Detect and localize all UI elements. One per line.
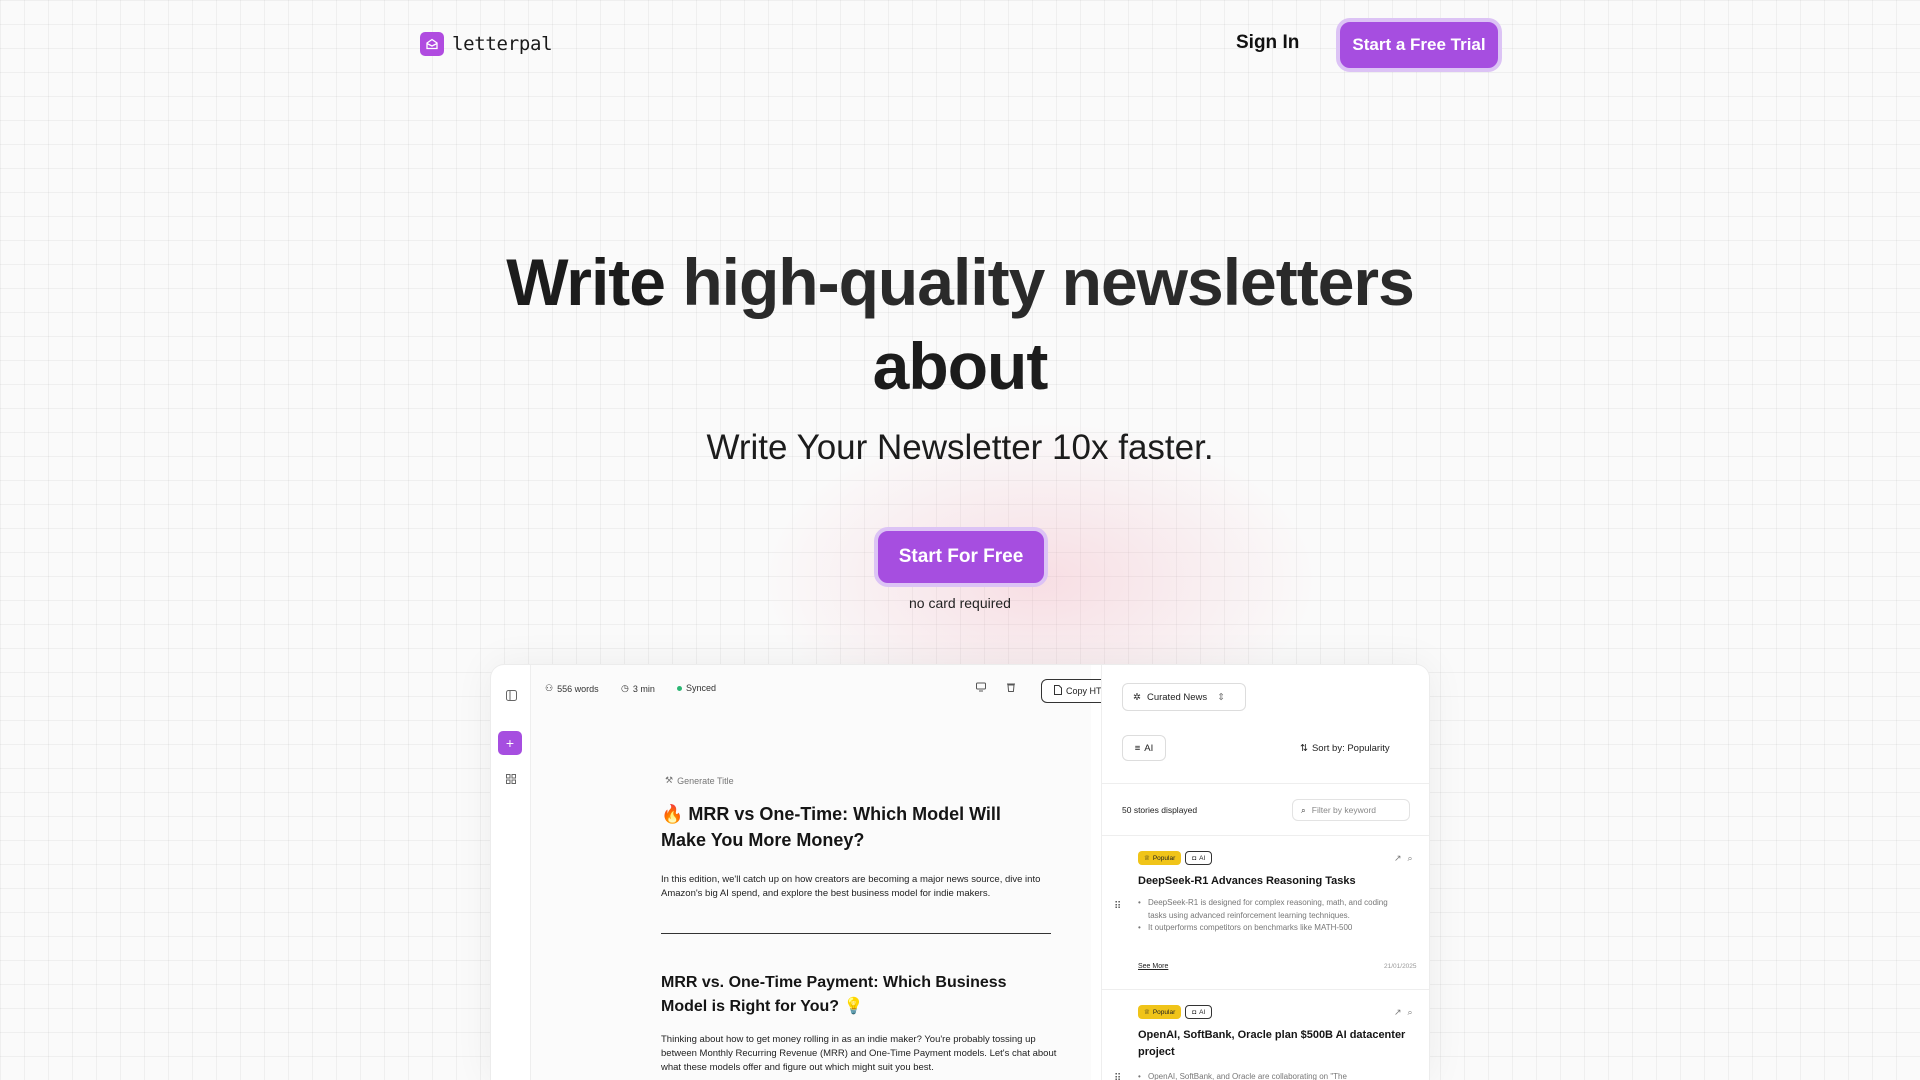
sort-icon: ⇅ <box>1300 743 1308 754</box>
section-divider <box>661 933 1051 934</box>
topic-filter-label: AI <box>1144 742 1154 754</box>
top-nav: letterpal Sign In Start a Free Trial <box>0 0 1920 90</box>
popular-badge: ♕ Popular <box>1138 851 1182 865</box>
panel-divider <box>1102 783 1429 784</box>
news-badges: ♕ Popular ◘ AI <box>1138 851 1213 865</box>
chevron-updown-icon: ⇕ <box>1217 691 1226 703</box>
drag-handle-icon[interactable]: ⠿ <box>1114 1073 1121 1080</box>
section-title[interactable]: MRR vs. One-Time Payment: Which Business… <box>661 971 1041 1019</box>
news-source-label: Curated News <box>1146 691 1208 703</box>
sort-label: Sort by: Popularity <box>1311 743 1390 754</box>
hero-title-end: about <box>872 329 1049 403</box>
chip-icon: ◘ <box>1192 1008 1197 1016</box>
trophy-icon: ♕ <box>1144 855 1150 862</box>
search-icon: ⌕ <box>1301 804 1306 815</box>
popular-badge-label: Popular <box>1152 1008 1176 1016</box>
editor-toolbar: ⚇ 556 words ◷ 3 min Synced Copy HTML <box>531 665 1127 709</box>
topic-filter-chip[interactable]: ≡ AI <box>1122 735 1166 761</box>
news-badges: ♕ Popular ◘ AI <box>1138 1005 1213 1019</box>
topic-badge-label: AI <box>1199 854 1206 862</box>
section-body[interactable]: Thinking about how to get money rolling … <box>661 1033 1061 1075</box>
topic-badge: ◘ AI <box>1185 1005 1213 1019</box>
news-item-bullet: It outperforms competitors on benchmarks… <box>1138 922 1408 935</box>
document-intro[interactable]: In this edition, we'll catch up on how c… <box>661 873 1061 901</box>
free-trial-button[interactable]: Start a Free Trial <box>1336 18 1502 72</box>
topic-badge-label: AI <box>1199 1008 1206 1016</box>
hero-title-start: Write <box>506 245 683 319</box>
sync-status-label: Synced <box>686 683 717 693</box>
news-item-date: 21/01/2025 <box>1384 963 1417 970</box>
sign-in-link[interactable]: Sign In <box>1236 32 1299 54</box>
new-document-button[interactable]: + <box>498 731 522 755</box>
sync-status: Synced <box>677 683 716 693</box>
topic-badge: ◘ AI <box>1185 851 1213 865</box>
envelope-icon <box>420 32 444 56</box>
search-icon[interactable]: ⌕ <box>1408 853 1413 864</box>
clock-icon: ◷ <box>621 683 629 693</box>
news-item-bullets: DeepSeek-R1 is designed for complex reas… <box>1138 897 1408 935</box>
search-icon[interactable]: ⌕ <box>1408 1007 1413 1018</box>
news-item-title[interactable]: OpenAI, SoftBank, Oracle plan $500B AI d… <box>1138 1027 1428 1061</box>
hero-title-bold: high-quality newsletters <box>682 245 1414 319</box>
keyword-filter-input[interactable]: ⌕ Filter by keyword <box>1292 799 1410 821</box>
list-divider <box>1102 835 1429 836</box>
app-preview: + ⚇ 556 words ◷ 3 min Synced Copy HTML ⚒… <box>490 664 1430 1080</box>
stories-count: 50 stories displayed <box>1122 805 1198 815</box>
generate-title-button[interactable]: ⚒ Generate Title <box>665 775 734 786</box>
news-item-title[interactable]: DeepSeek-R1 Advances Reasoning Tasks <box>1138 873 1428 890</box>
hero-title: Write high-quality newsletters about <box>460 240 1460 408</box>
no-card-note: no card required <box>909 595 1011 611</box>
word-count-label: 556 words <box>557 683 599 694</box>
sparkle-icon: ✲ <box>1133 691 1141 703</box>
news-source-select[interactable]: ✲ Curated News ⇕ <box>1122 683 1246 711</box>
see-more-link[interactable]: See More <box>1138 963 1168 970</box>
news-item-actions: ↗ ⌕ <box>1394 853 1413 864</box>
list-divider <box>1102 989 1429 990</box>
keyword-filter-placeholder: Filter by keyword <box>1311 805 1377 815</box>
external-link-icon[interactable]: ↗ <box>1394 853 1402 864</box>
generate-title-label: Generate Title <box>677 775 734 786</box>
news-item-bullets: OpenAI, SoftBank, and Oracle are collabo… <box>1138 1071 1408 1080</box>
chip-icon: ◘ <box>1192 854 1197 862</box>
trophy-icon: ♕ <box>1144 1009 1150 1016</box>
news-item-bullet: OpenAI, SoftBank, and Oracle are collabo… <box>1138 1071 1408 1080</box>
external-link-icon[interactable]: ↗ <box>1394 1007 1402 1018</box>
news-item-actions: ↗ ⌕ <box>1394 1007 1413 1018</box>
drag-handle-icon[interactable]: ⠿ <box>1114 901 1121 912</box>
document-icon <box>1053 685 1062 697</box>
sort-control[interactable]: ⇅ Sort by: Popularity <box>1300 743 1390 754</box>
popular-badge: ♕ Popular <box>1138 1005 1182 1019</box>
monitor-icon[interactable] <box>975 681 987 693</box>
popular-badge-label: Popular <box>1152 854 1176 862</box>
status-dot-icon <box>677 685 682 691</box>
brand-logo[interactable]: letterpal <box>420 32 553 56</box>
news-item-bullet: DeepSeek-R1 is designed for complex reas… <box>1138 897 1408 922</box>
read-time: ◷ 3 min <box>621 683 655 694</box>
brand-name: letterpal <box>452 33 553 55</box>
grid-icon[interactable] <box>503 771 519 787</box>
left-rail: + <box>491 665 531 1080</box>
word-count: ⚇ 556 words <box>545 683 599 694</box>
trash-icon[interactable] <box>1005 681 1017 693</box>
news-panel: ✲ Curated News ⇕ ≡ AI ⇅ Sort by: Popular… <box>1101 665 1429 1080</box>
hero-subtitle: Write Your Newsletter 10x faster. <box>706 428 1214 467</box>
list-icon: ≡ <box>1134 742 1141 754</box>
users-icon: ⚇ <box>545 683 554 693</box>
start-for-free-button[interactable]: Start For Free <box>874 527 1048 587</box>
magic-wand-icon: ⚒ <box>665 775 674 785</box>
read-time-label: 3 min <box>632 683 655 694</box>
editor: ⚇ 556 words ◷ 3 min Synced Copy HTML ⚒ G… <box>531 665 1127 1080</box>
document-title[interactable]: 🔥 MRR vs One-Time: Which Model Will Make… <box>661 801 1041 853</box>
sidebar-toggle-icon[interactable] <box>503 687 519 703</box>
